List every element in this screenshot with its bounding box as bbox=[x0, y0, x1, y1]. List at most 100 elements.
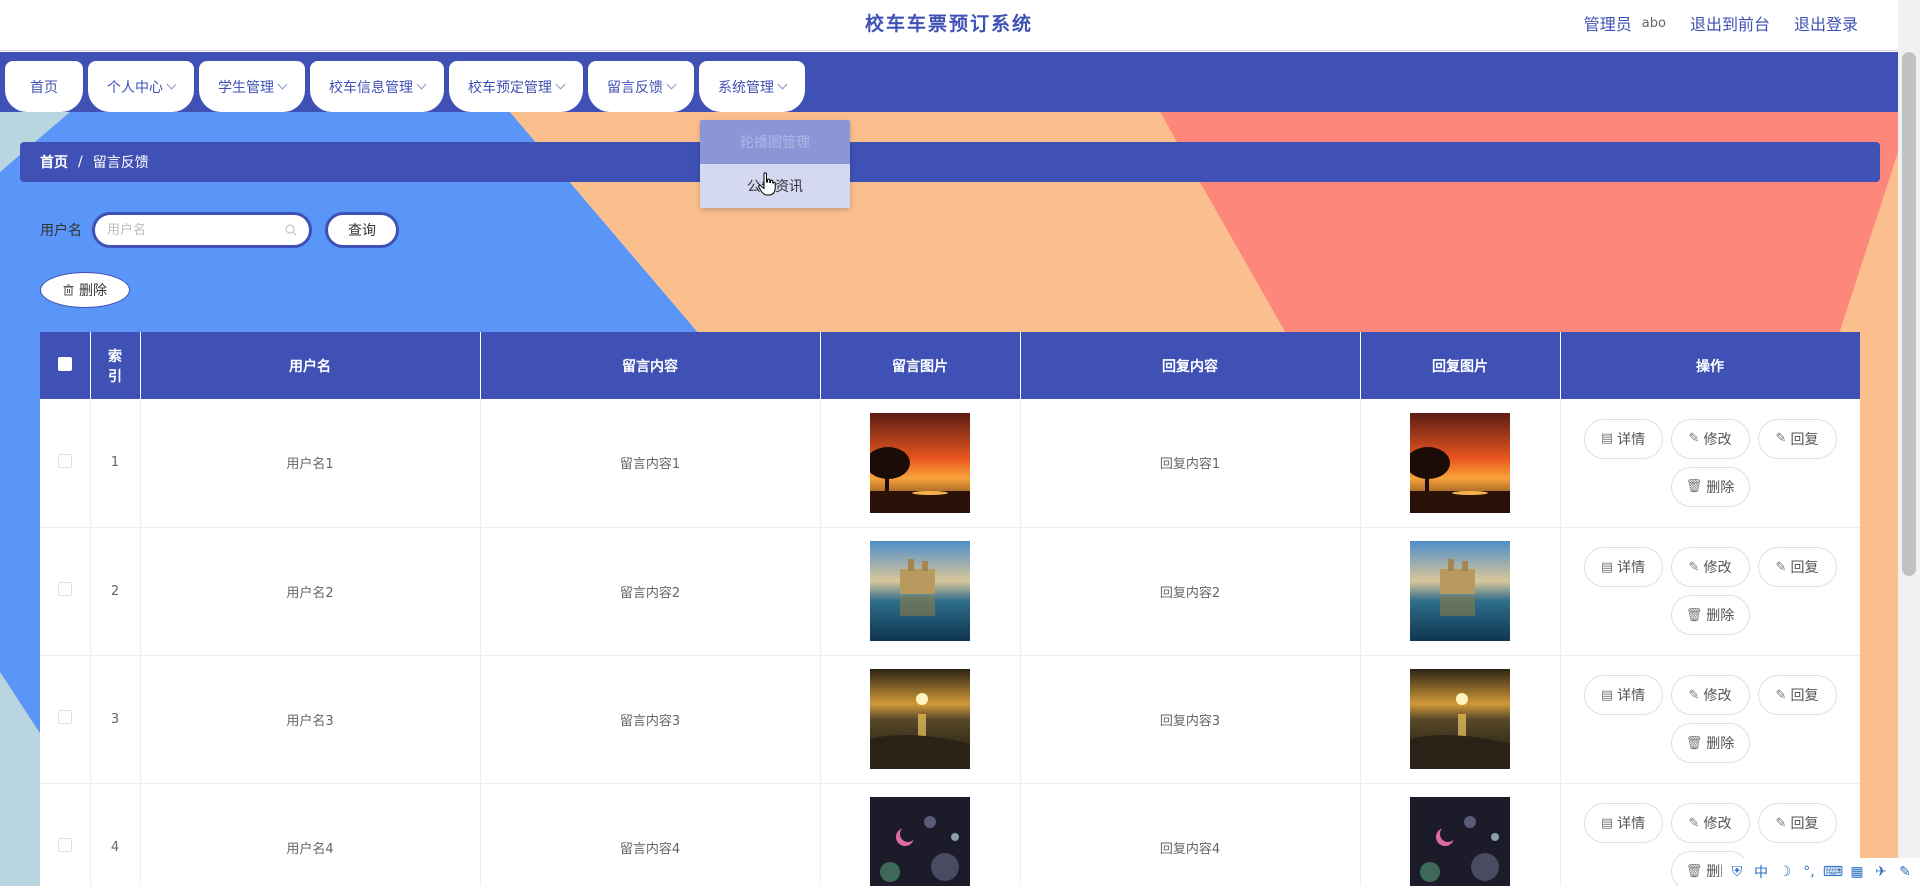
reply-button[interactable]: ✎ 回复 bbox=[1757, 675, 1837, 715]
edit-button[interactable]: ✎ 修改 bbox=[1670, 547, 1750, 587]
reply-image-cell bbox=[1360, 399, 1561, 528]
reply-button[interactable]: ✎ 回复 bbox=[1757, 803, 1837, 843]
dropdown-item-carousel[interactable]: 轮播图管理 bbox=[700, 120, 850, 164]
actions-cell: ▤ 详情 ✎ 修改 ✎ 回复 🗑 删除 bbox=[1560, 655, 1860, 784]
search-bar: 用户名 查询 bbox=[40, 212, 399, 248]
actions-cell: ▤ 详情 ✎ 修改 ✎ 回复 🗑 删除 bbox=[1560, 527, 1860, 656]
detail-label: 详情 bbox=[1617, 816, 1646, 832]
row-select-cell bbox=[40, 527, 91, 656]
row-delete-button[interactable]: 🗑 删除 bbox=[1670, 723, 1750, 763]
sunset-tree-image bbox=[870, 412, 970, 513]
column-header: 留言图片 bbox=[820, 332, 1021, 399]
table-row: 1 用户名1 留言内容1 回复内容1 ▤ 详情 ✎ 修改 ✎ 回复 🗑 删除 bbox=[40, 399, 1860, 528]
edit-button[interactable]: ✎ 修改 bbox=[1670, 803, 1750, 843]
select-all-checkbox[interactable] bbox=[57, 356, 72, 371]
detail-button[interactable]: ▤ 详情 bbox=[1583, 803, 1663, 843]
index-cell: 3 bbox=[90, 655, 141, 784]
trash-icon: 🗑 bbox=[1685, 607, 1703, 623]
user-role: 管理员 bbox=[1583, 15, 1632, 34]
reply-image-cell bbox=[1360, 655, 1561, 784]
pen-icon[interactable]: ✎ bbox=[1896, 863, 1914, 881]
trash-icon: 🗑 bbox=[1685, 735, 1703, 751]
nav-item-system-management[interactable]: 系统管理 bbox=[699, 61, 805, 112]
edit-button[interactable]: ✎ 修改 bbox=[1670, 675, 1750, 715]
nav-item-home[interactable]: 首页 bbox=[5, 61, 83, 112]
trash-icon bbox=[63, 284, 74, 296]
reply-image-cell bbox=[1360, 783, 1561, 886]
row-delete-button[interactable]: 🗑 删除 bbox=[1670, 595, 1750, 635]
row-checkbox[interactable] bbox=[57, 710, 72, 724]
detail-button[interactable]: ▤ 详情 bbox=[1583, 547, 1663, 587]
column-header: 回复内容 bbox=[1020, 332, 1361, 399]
reply-button[interactable]: ✎ 回复 bbox=[1757, 418, 1837, 459]
feedback-table: 索引 用户名 留言内容 留言图片 回复内容 回复图片 操作 1 用户名1 留言内容1… bbox=[40, 332, 1860, 886]
username-search-input[interactable] bbox=[107, 222, 277, 238]
search-button[interactable]: 查询 bbox=[325, 212, 399, 248]
row-checkbox[interactable] bbox=[57, 453, 72, 468]
edit-label: 修改 bbox=[1703, 431, 1732, 448]
punctuation-icon[interactable]: °, bbox=[1800, 863, 1818, 881]
sea-sunset-image bbox=[1410, 669, 1510, 769]
index-cell: 1 bbox=[90, 399, 141, 528]
reply-cell: 回复内容1 bbox=[1020, 399, 1361, 528]
pencil-icon: ✎ bbox=[1775, 559, 1787, 575]
nav-item-personal-center[interactable]: 个人中心 bbox=[88, 61, 194, 112]
main-nav: 首页 个人中心 学生管理 校车信息管理 校车预定管理 留言反馈 系统管理 bbox=[0, 52, 1898, 112]
pencil-icon: ✎ bbox=[1688, 559, 1700, 575]
header-actions: 管理员 abo 退出到前台 退出登录 bbox=[1584, 11, 1858, 35]
nav-item-student-management[interactable]: 学生管理 bbox=[199, 61, 305, 112]
delete-label: 删除 bbox=[1706, 736, 1735, 752]
top-header: 校车车票预订系统 管理员 abo 退出到前台 退出登录 bbox=[0, 0, 1898, 51]
content-cell: 留言内容4 bbox=[480, 783, 821, 886]
scrollbar-thumb[interactable] bbox=[1902, 52, 1916, 576]
content-cell: 留言内容3 bbox=[480, 655, 821, 784]
table-row: 3 用户名3 留言内容3 回复内容3 ▤ 详情 ✎ 修改 ✎ 回复 🗑 删除 bbox=[40, 655, 1860, 784]
detail-button[interactable]: ▤ 详情 bbox=[1583, 418, 1663, 459]
castle-lake-image bbox=[870, 541, 970, 641]
edit-label: 修改 bbox=[1703, 688, 1732, 704]
nav-item-bus-info[interactable]: 校车信息管理 bbox=[310, 61, 444, 112]
actions-cell: ▤ 详情 ✎ 修改 ✎ 回复 🗑 删除 bbox=[1560, 399, 1860, 528]
moon-icon[interactable]: ☽ bbox=[1776, 863, 1794, 881]
reply-label: 回复 bbox=[1790, 431, 1819, 448]
breadcrumb-home[interactable]: 首页 bbox=[40, 152, 68, 172]
breadcrumb: 首页 / 留言反馈 bbox=[20, 142, 1880, 182]
search-field-wrapper bbox=[92, 212, 312, 248]
image-cell bbox=[820, 655, 1021, 784]
ime-language-indicator[interactable]: 中 bbox=[1752, 863, 1770, 881]
chevron-down-icon bbox=[166, 79, 177, 90]
username-cell: 用户名4 bbox=[140, 783, 481, 886]
logout-link[interactable]: 退出登录 bbox=[1794, 11, 1858, 35]
pencil-icon: ✎ bbox=[1775, 431, 1787, 447]
front-link[interactable]: 退出到前台 bbox=[1690, 11, 1770, 35]
row-delete-button[interactable]: 🗑 删除 bbox=[1670, 466, 1750, 507]
page-scrollbar[interactable] bbox=[1898, 0, 1920, 886]
night-moon-image bbox=[870, 797, 970, 886]
reply-label: 回复 bbox=[1790, 560, 1819, 576]
edit-button[interactable]: ✎ 修改 bbox=[1670, 418, 1750, 459]
detail-button[interactable]: ▤ 详情 bbox=[1583, 675, 1663, 715]
nav-item-feedback[interactable]: 留言反馈 bbox=[588, 61, 694, 112]
shield-icon[interactable]: ⛨ bbox=[1728, 863, 1746, 881]
image-cell bbox=[820, 527, 1021, 656]
nav-item-bus-booking[interactable]: 校车预定管理 bbox=[449, 61, 583, 112]
hand-cursor-icon bbox=[758, 172, 776, 196]
nav-item-label: 校车预定管理 bbox=[468, 79, 552, 96]
toolbox-icon[interactable]: ▦ bbox=[1848, 863, 1866, 881]
nav-item-label: 留言反馈 bbox=[607, 79, 663, 96]
keyboard-icon[interactable]: ⌨ bbox=[1823, 863, 1843, 881]
reply-label: 回复 bbox=[1790, 816, 1819, 832]
reply-image-cell bbox=[1360, 527, 1561, 656]
batch-delete-button[interactable]: 删除 bbox=[40, 272, 130, 308]
edit-label: 修改 bbox=[1703, 560, 1732, 576]
trash-icon: 🗑 bbox=[1685, 863, 1703, 879]
row-checkbox[interactable] bbox=[57, 582, 72, 596]
skin-icon[interactable]: ✈ bbox=[1872, 863, 1890, 881]
sea-sunset-image bbox=[870, 669, 970, 769]
reply-button[interactable]: ✎ 回复 bbox=[1757, 547, 1837, 587]
row-checkbox[interactable] bbox=[57, 838, 72, 852]
table-header-row: 索引 用户名 留言内容 留言图片 回复内容 回复图片 操作 bbox=[40, 332, 1860, 399]
pencil-icon: ✎ bbox=[1775, 687, 1787, 703]
row-select-cell bbox=[40, 783, 91, 886]
reply-cell: 回复内容3 bbox=[1020, 655, 1361, 784]
